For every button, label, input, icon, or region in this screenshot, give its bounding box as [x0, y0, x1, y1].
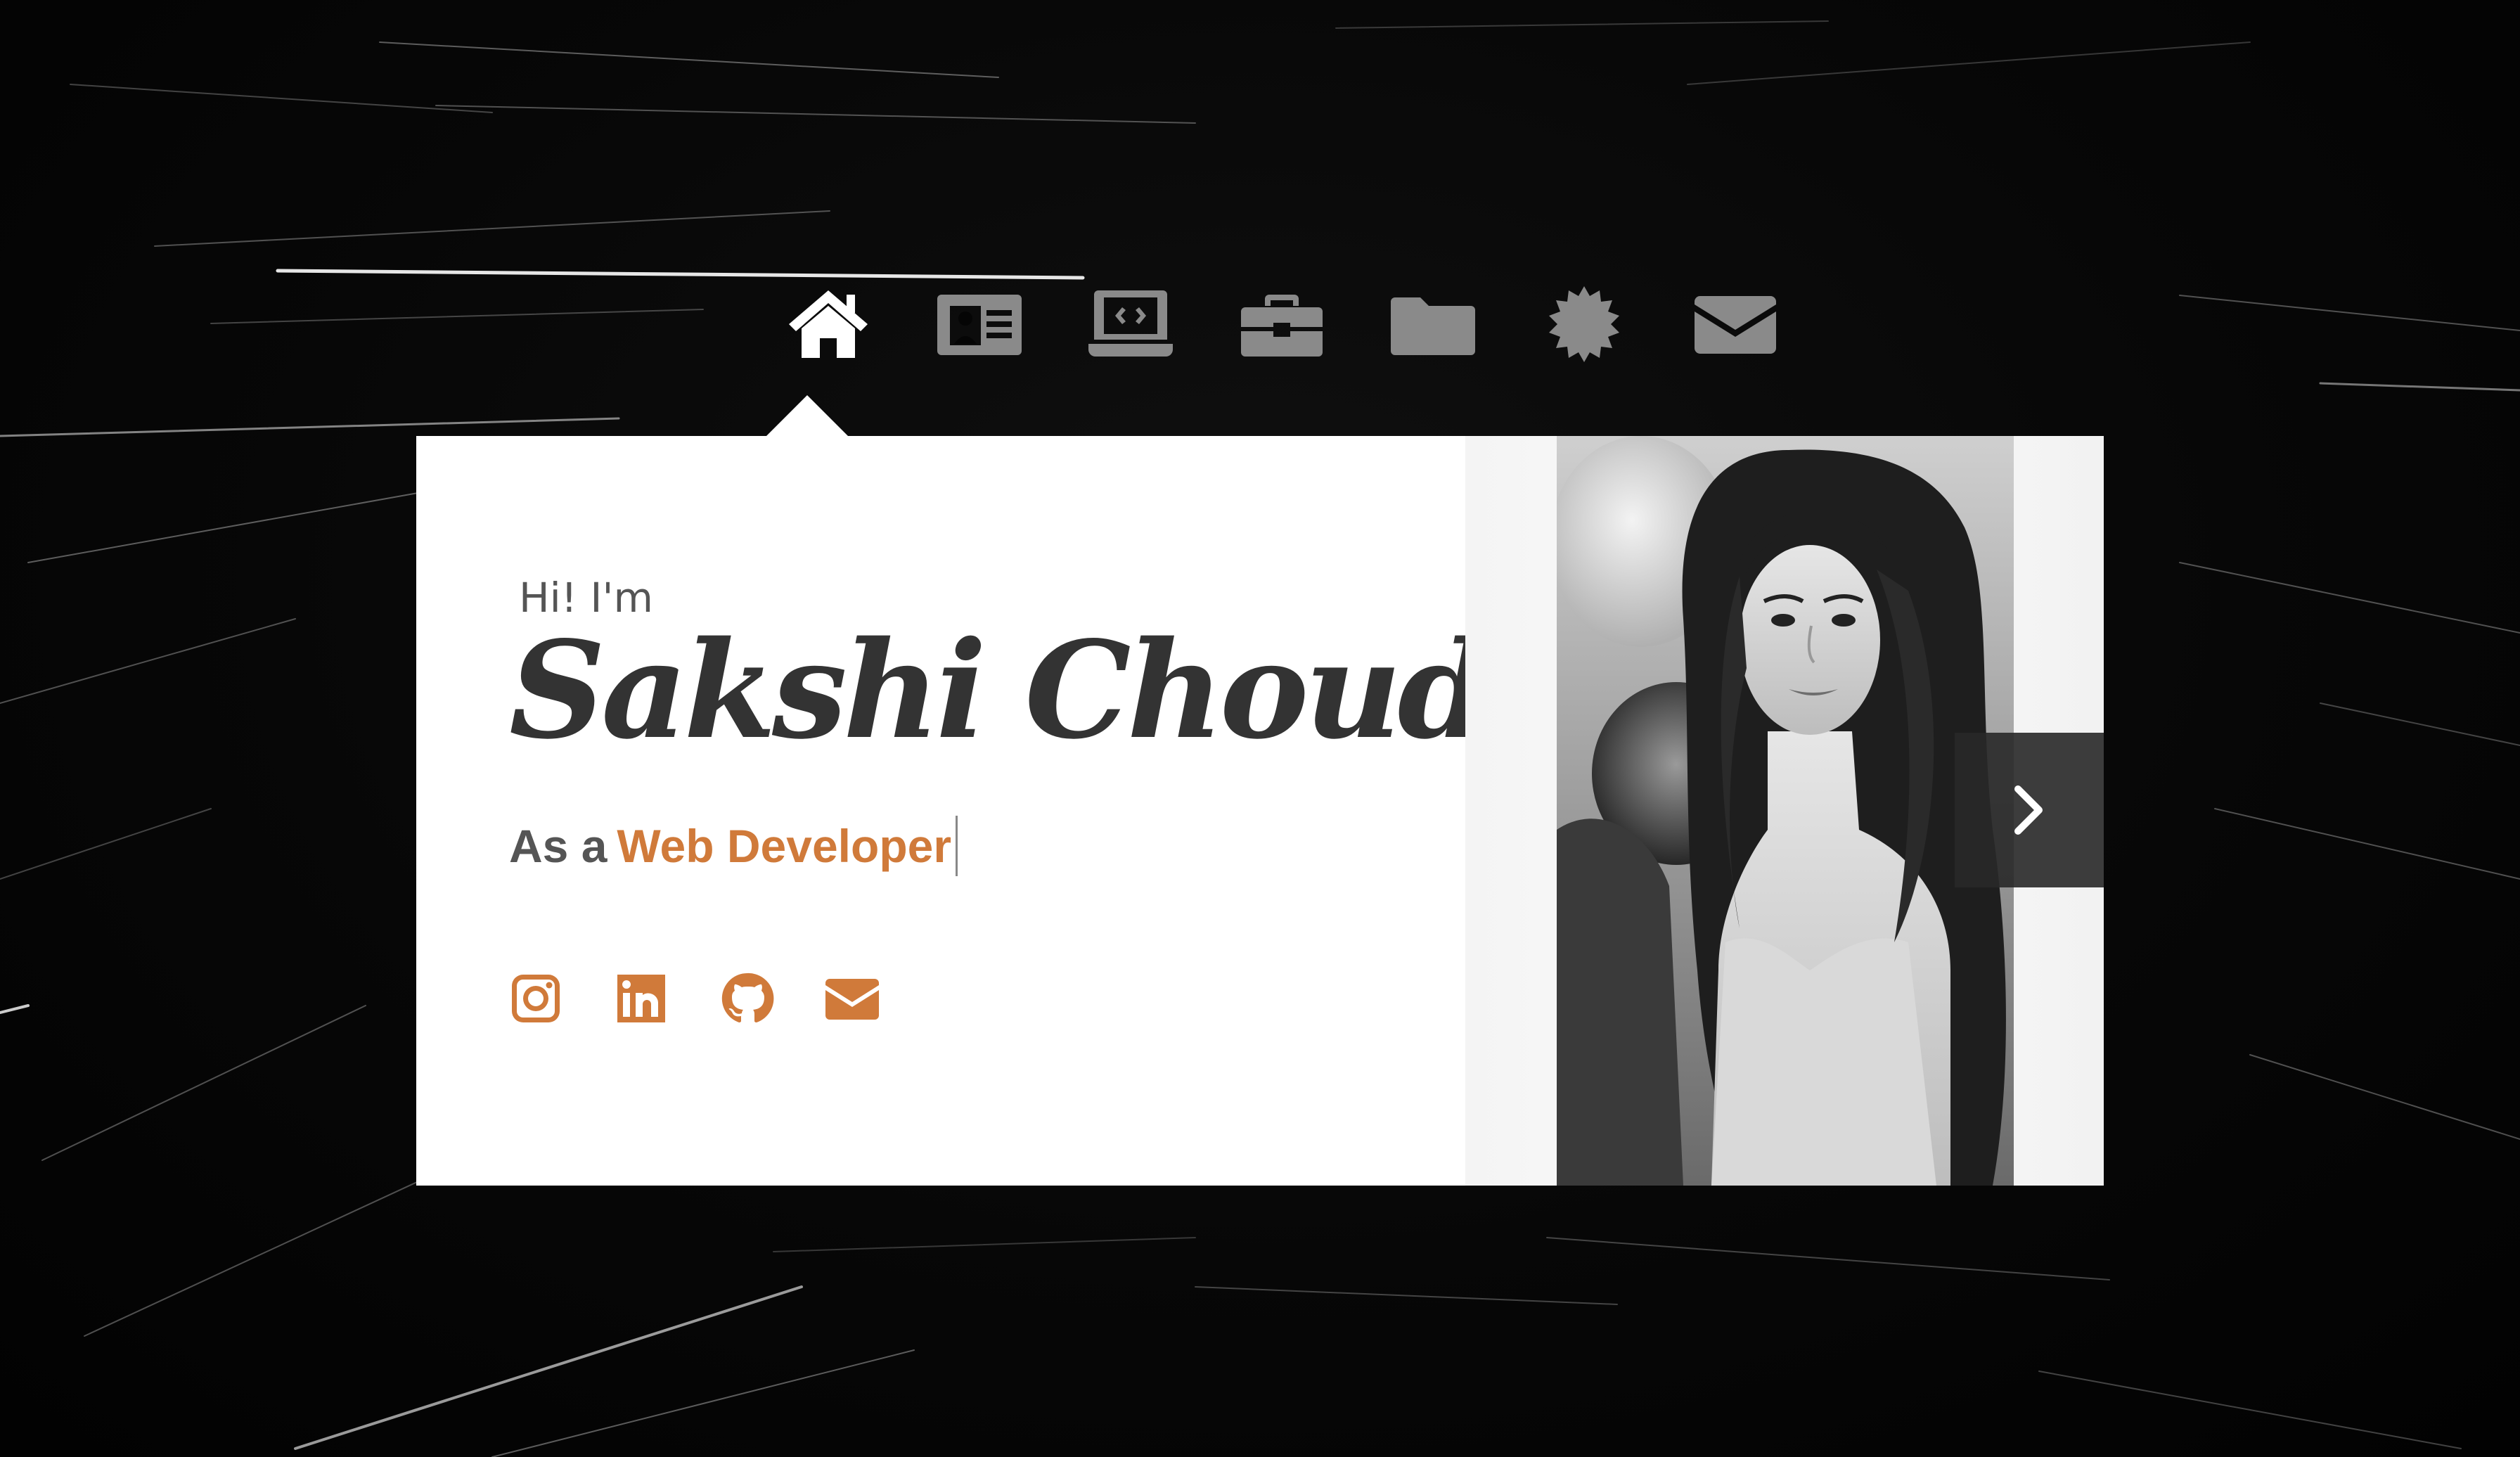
nav-item-experience[interactable]: [1206, 278, 1357, 369]
github-icon: [721, 973, 774, 1022]
nav-item-about[interactable]: [904, 278, 1055, 369]
social-links: [508, 970, 880, 1027]
hero-card: Hi! I'm Sakshi Choudhary As a Web Develo…: [416, 436, 2104, 1186]
portrait-image: [1557, 436, 2014, 1186]
briefcase-icon: [1240, 295, 1323, 357]
linkedin-icon: [617, 975, 665, 1022]
role-prefix: As a: [509, 820, 608, 872]
card-pointer: [765, 395, 849, 437]
nav-item-home[interactable]: [752, 278, 904, 369]
nav-item-projects[interactable]: [1357, 278, 1508, 369]
badge-icon: [1548, 286, 1619, 362]
nav-item-certificates[interactable]: [1508, 278, 1659, 369]
role-value: Web Developer: [617, 820, 952, 872]
chevron-right-icon: [2014, 785, 2043, 835]
github-link[interactable]: [719, 970, 775, 1027]
instagram-link[interactable]: [508, 970, 564, 1027]
id-card-icon: [937, 295, 1022, 355]
carousel-next-button[interactable]: [1955, 733, 2104, 887]
laptop-code-icon: [1088, 290, 1173, 357]
envelope-icon: [1694, 296, 1776, 354]
instagram-icon: [512, 975, 560, 1022]
home-icon: [788, 290, 868, 358]
envelope-icon: [825, 979, 879, 1020]
nav-item-contact[interactable]: [1659, 278, 1811, 369]
nav-item-skills[interactable]: [1055, 278, 1206, 369]
page-background: Hi! I'm Sakshi Choudhary As a Web Develo…: [0, 0, 2520, 1457]
top-icon-nav: [752, 278, 1811, 369]
typing-caret: [956, 816, 958, 876]
email-link[interactable]: [824, 970, 880, 1027]
role-line: As a Web Developer: [509, 816, 958, 876]
folder-icon: [1390, 297, 1475, 355]
linkedin-link[interactable]: [613, 970, 669, 1027]
